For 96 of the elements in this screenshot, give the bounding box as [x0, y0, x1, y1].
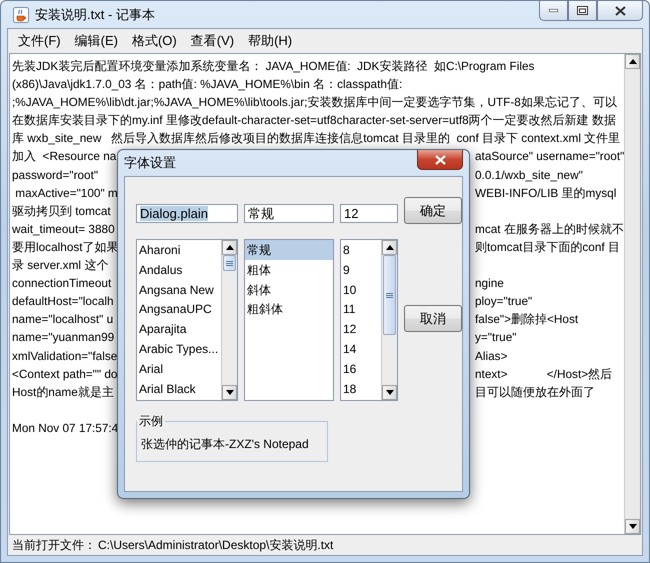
scroll-down-button[interactable]	[625, 519, 640, 534]
list-item[interactable]: 10	[341, 280, 381, 300]
up-arrow-icon	[226, 245, 234, 250]
text-line: defaultHost="localh	[12, 293, 114, 310]
maximize-icon	[577, 6, 588, 15]
text-line: connectionTimeout	[12, 275, 112, 292]
scroll-down-button[interactable]	[382, 385, 397, 400]
list-item[interactable]: Arial Black	[137, 378, 221, 398]
text-line: ngine	[475, 275, 504, 292]
sample-text: 张选仲的记事本-ZXZ's Notepad	[141, 436, 310, 453]
scroll-up-button[interactable]	[382, 240, 397, 255]
list-item[interactable]: AngsanaUPC	[137, 299, 221, 320]
text-line: Alias>	[475, 348, 508, 364]
list-item[interactable]: 粗斜体	[245, 299, 333, 320]
text-line: WEBI-INFO/LIB 里的mysql	[475, 184, 616, 202]
list-item[interactable]: 粗体	[245, 260, 333, 280]
text-line: 加入 <Resource na	[12, 148, 116, 166]
menu-item[interactable]: 帮助(H)	[242, 32, 298, 50]
close-icon	[434, 154, 446, 164]
list-box[interactable]: 8 9 10 11 12 14 16 18	[340, 239, 398, 401]
text-line: 目可以随便放在外面了	[475, 384, 595, 401]
text-line: 录 server.xml 这个	[12, 257, 108, 274]
text-line: 0.0.1/wxb_site_new"	[475, 166, 583, 184]
close-button[interactable]	[417, 150, 463, 170]
list-item[interactable]: 常规	[245, 240, 333, 260]
maximize-button[interactable]	[568, 1, 597, 21]
text-line: Mon Nov 07 17:57:4	[12, 420, 118, 437]
text-line: ataSource" username="root"	[475, 148, 624, 166]
list-item[interactable]: Arabic Types...	[137, 338, 221, 359]
text-line: 则tomcat目录下面的conf 目	[475, 238, 620, 256]
text-line: 先装JDK装完后配置环境变量添加系统变量名： JAVA_HOME值: JDK安装路径 如C:\Program Files	[12, 58, 534, 75]
down-arrow-icon	[226, 390, 234, 395]
text-line: 库 wxb_site_new 然后导入数据库然后修改项目的数据库连接信息tomcat 目录里的 conf 目录下 context.xml 文件里	[12, 130, 620, 148]
scroll-thumb[interactable]	[383, 255, 396, 335]
menu-item[interactable]: 格式(O)	[126, 32, 183, 50]
text-line: <Context path="" do	[12, 366, 118, 383]
scroll-up-button[interactable]	[625, 54, 640, 69]
list-item[interactable]: Aharoni	[137, 240, 221, 260]
dialog-title: 字体设置	[124, 154, 176, 172]
list-item[interactable]: Aparajita	[137, 319, 221, 339]
text-line: password="root"	[12, 166, 98, 184]
list-item[interactable]: 8	[341, 240, 381, 260]
file-path: C:\Users\Administrator\Desktop\安装说明.txt	[98, 536, 334, 554]
close-icon	[614, 6, 626, 16]
text-line: (x86)\Java\jdk1.7.0_03 名：path值: %JAVA_HOME%\bin 名：classpath值:	[12, 76, 402, 94]
coffee-cup-icon	[13, 6, 29, 22]
text-line: maxActive="100" m	[14, 184, 118, 202]
ok-button[interactable]: 确定	[404, 197, 462, 224]
down-arrow-icon	[628, 524, 636, 529]
text-line: 要用localhost了如果	[12, 238, 119, 256]
text-line: name="yuanman99	[12, 329, 114, 346]
group-legend: 示例	[137, 413, 165, 430]
minimize-icon	[549, 9, 558, 12]
list-item[interactable]: 斜体	[245, 280, 333, 300]
list-box[interactable]: 常规 粗体 斜体 粗斜体	[244, 239, 334, 401]
text-line: y="true"	[475, 329, 516, 346]
grip-icon	[226, 260, 233, 266]
list-item[interactable]: 11	[341, 299, 381, 320]
list-item[interactable]: Arial	[137, 358, 221, 379]
close-button[interactable]	[597, 1, 643, 21]
list-item[interactable]: Andalus	[137, 260, 221, 280]
text-line: name="localhost" u	[12, 311, 114, 328]
scroll-thumb[interactable]	[223, 255, 236, 271]
list-box[interactable]: Aharoni Andalus Angsana New AngsanaUPC Aparajita Arabic Types... Arial Arial Black	[136, 239, 238, 401]
status-label: 当前打开文件：	[12, 536, 96, 554]
font-name-field[interactable]: Dialog.plain	[136, 204, 238, 223]
list-item[interactable]: 18	[341, 378, 381, 398]
grip-icon	[386, 292, 393, 298]
text-line: xmlValidation="false	[12, 348, 118, 364]
menu-item[interactable]: 文件(F)	[12, 32, 67, 50]
text-line: 驱动拷贝到 tomcat	[12, 202, 111, 220]
minimize-button[interactable]	[539, 1, 568, 21]
text-line: false">删除掉<Host	[475, 311, 578, 328]
text-line: ntext> </Host>然后	[475, 366, 612, 383]
window-title: 安装说明.txt - 记事本	[35, 6, 155, 24]
up-arrow-icon	[386, 245, 394, 250]
text-line: ;%JAVA_HOME%\lib\dt.jar;%JAVA_HOME%\lib\tools.jar;安装数据库中间一定要选字节集，UTF-8如果忘记了、可以	[12, 94, 617, 112]
text-line: mcat 在服务器上的时候就不	[475, 220, 624, 238]
text-line: Host的name就是主	[12, 384, 114, 401]
up-arrow-icon	[628, 59, 636, 64]
scroll-up-button[interactable]	[222, 240, 237, 255]
menu-item[interactable]: 编辑(E)	[68, 32, 124, 50]
list-item[interactable]: 12	[341, 319, 381, 339]
font-size-field[interactable]: 12	[340, 204, 398, 223]
text-line: 在数据库安装目录下的my.inf 里修改default-character-set=utf8character-set-server=utf8两个一定要改然后新建 数据	[12, 112, 616, 130]
list-item[interactable]: Angsana New	[137, 280, 221, 300]
text-line: ploy="true"	[475, 293, 532, 310]
scroll-down-button[interactable]	[222, 385, 237, 400]
list-item[interactable]: 16	[341, 358, 381, 379]
list-item[interactable]: 9	[341, 260, 381, 280]
menu-item[interactable]: 查看(V)	[184, 32, 240, 50]
font-style-field[interactable]: 常规	[244, 204, 334, 223]
text-line: wait_timeout= 3880	[12, 220, 115, 238]
cancel-button[interactable]: 取消	[404, 305, 462, 332]
list-item[interactable]: 14	[341, 338, 381, 359]
down-arrow-icon	[386, 390, 394, 395]
